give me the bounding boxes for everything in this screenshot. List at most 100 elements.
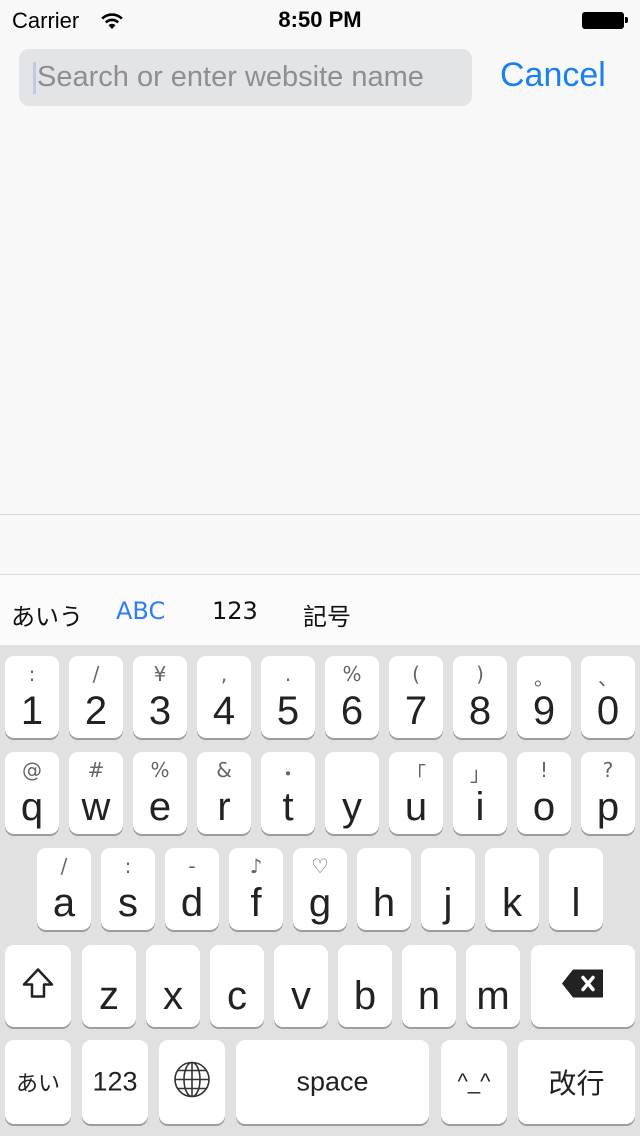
- key-label: c: [227, 974, 247, 1018]
- key-label: 0: [596, 689, 620, 733]
- key-label: 5: [276, 689, 300, 733]
- key-label: t: [282, 785, 294, 829]
- key-alt-label: %: [150, 758, 170, 782]
- search-input[interactable]: [37, 49, 457, 106]
- key-n[interactable]: n: [402, 945, 456, 1027]
- key-4[interactable]: ,4: [197, 656, 251, 738]
- key-w[interactable]: # w: [69, 752, 123, 834]
- key-s[interactable]: :s: [101, 848, 155, 930]
- key-d[interactable]: -d: [165, 848, 219, 930]
- key-z[interactable]: z: [82, 945, 136, 1027]
- key-m[interactable]: m: [466, 945, 520, 1027]
- key-label: e: [148, 785, 172, 829]
- key-label: w: [81, 785, 111, 829]
- key-alt-label: @: [22, 758, 42, 782]
- key-label: m: [476, 974, 510, 1018]
- key-p[interactable]: ? p: [581, 752, 635, 834]
- key-label: 9: [532, 689, 556, 733]
- key-alt-label: .: [284, 662, 292, 686]
- key-alt-label: /: [60, 854, 68, 878]
- key-o[interactable]: ! o: [517, 752, 571, 834]
- kana-switch-key[interactable]: あい: [5, 1040, 71, 1124]
- key-i[interactable]: 」 i: [453, 752, 507, 834]
- key-label: 1: [20, 689, 44, 733]
- key-label: v: [291, 974, 311, 1018]
- key-label: h: [372, 881, 396, 925]
- kana-switch-label: あい: [15, 1072, 60, 1097]
- key-1[interactable]: :1: [5, 656, 59, 738]
- delete-key[interactable]: [531, 945, 635, 1027]
- key-5[interactable]: .5: [261, 656, 315, 738]
- shift-key[interactable]: [5, 945, 71, 1027]
- key-k[interactable]: k: [485, 848, 539, 930]
- key-label: y: [342, 785, 362, 829]
- key-b[interactable]: b: [338, 945, 392, 1027]
- key-f[interactable]: ♪ f: [229, 848, 283, 930]
- key-t[interactable]: ・ t: [261, 752, 315, 834]
- status-bar: Carrier 8:50 PM: [0, 0, 640, 40]
- numbers-key[interactable]: 123: [82, 1040, 148, 1124]
- space-key[interactable]: space: [236, 1040, 429, 1124]
- key-alt-label: /: [92, 662, 100, 686]
- wifi-icon: [100, 10, 124, 30]
- key-label: 8: [468, 689, 492, 733]
- accessory-bar: [0, 515, 640, 574]
- keyboard-mode-bar: あいう ABC 123 記号: [0, 574, 640, 646]
- mode-symbols[interactable]: 記号: [303, 597, 351, 632]
- key-label: x: [163, 974, 183, 1018]
- key-7[interactable]: (7: [389, 656, 443, 738]
- key-label: n: [417, 974, 441, 1018]
- suggestions-area: [0, 120, 640, 514]
- search-field[interactable]: [19, 49, 472, 106]
- key-label: u: [404, 785, 428, 829]
- key-q[interactable]: @ q: [5, 752, 59, 834]
- key-alt-label: 」: [470, 762, 490, 786]
- shift-icon: [5, 967, 71, 1006]
- emoticon-key[interactable]: ^_^: [441, 1040, 507, 1124]
- key-label: a: [52, 881, 76, 925]
- carrier-label: Carrier: [12, 8, 80, 33]
- key-2[interactable]: /2: [69, 656, 123, 738]
- delete-icon: [531, 969, 635, 1004]
- text-cursor: [33, 62, 36, 94]
- key-j[interactable]: j: [421, 848, 475, 930]
- key-e[interactable]: % e: [133, 752, 187, 834]
- key-v[interactable]: v: [274, 945, 328, 1027]
- key-x[interactable]: x: [146, 945, 200, 1027]
- key-r[interactable]: & r: [197, 752, 251, 834]
- key-9[interactable]: 。 9: [517, 656, 571, 738]
- key-g[interactable]: ♡ g: [293, 848, 347, 930]
- key-3[interactable]: ¥3: [133, 656, 187, 738]
- mode-numbers[interactable]: 123: [212, 597, 258, 625]
- key-label: z: [99, 974, 119, 1018]
- key-alt-label: 、: [598, 666, 618, 690]
- key-a[interactable]: / a: [37, 848, 91, 930]
- key-alt-label: ♪: [249, 854, 263, 878]
- cancel-button[interactable]: Cancel: [500, 56, 606, 95]
- key-0[interactable]: 、 0: [581, 656, 635, 738]
- key-label: i: [475, 785, 485, 829]
- key-l[interactable]: l: [549, 848, 603, 930]
- key-label: 7: [404, 689, 428, 733]
- key-label: p: [596, 785, 620, 829]
- key-alt-label: #: [87, 758, 105, 782]
- key-alt-label: -: [188, 854, 196, 878]
- key-label: 4: [212, 689, 236, 733]
- key-u[interactable]: 「u: [389, 752, 443, 834]
- return-key[interactable]: 改行: [518, 1040, 635, 1124]
- key-y[interactable]: y: [325, 752, 379, 834]
- mode-abc[interactable]: ABC: [116, 597, 165, 625]
- key-label: 2: [84, 689, 108, 733]
- key-c[interactable]: c: [210, 945, 264, 1027]
- key-label: f: [250, 881, 262, 925]
- key-label: k: [502, 881, 522, 925]
- keyboard: :1/2 ¥3, 4. 5% 6(7) 8。 9、 0 @ q # w% e & r ・ t y 「u」 i! o? p /…: [0, 645, 640, 1136]
- key-label: b: [353, 974, 377, 1018]
- key-alt-label: 「: [406, 762, 426, 786]
- key-h[interactable]: h: [357, 848, 411, 930]
- key-alt-label: 。: [534, 666, 554, 690]
- key-6[interactable]: % 6: [325, 656, 379, 738]
- globe-key[interactable]: [159, 1040, 225, 1124]
- key-8[interactable]: ) 8: [453, 656, 507, 738]
- mode-kana[interactable]: あいう: [11, 597, 83, 632]
